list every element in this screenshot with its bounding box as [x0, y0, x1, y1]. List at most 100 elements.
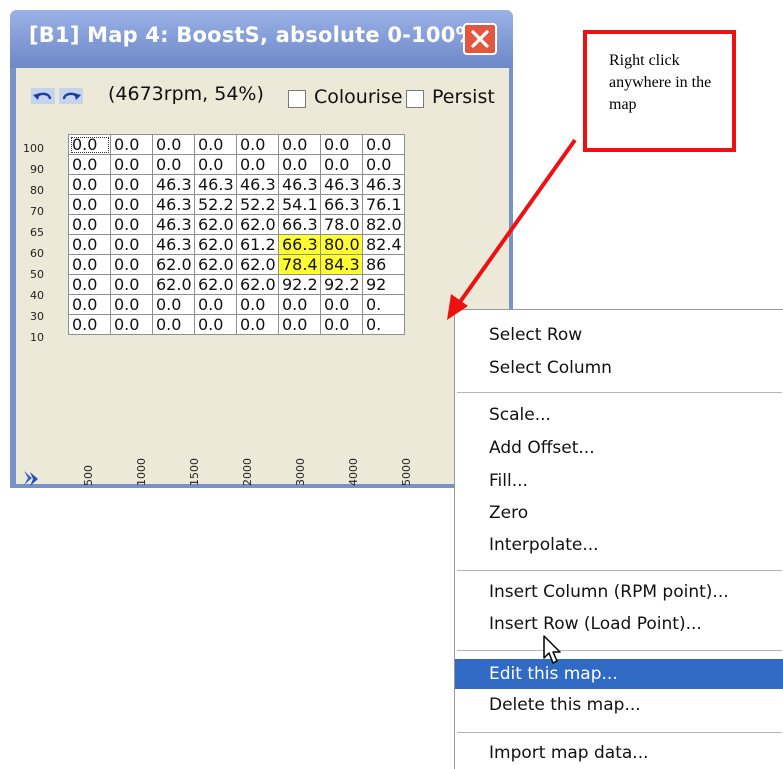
- map-cell[interactable]: 62.0: [236, 254, 279, 275]
- map-cell[interactable]: 46.3: [320, 174, 363, 195]
- map-cell[interactable]: 54.1: [278, 194, 321, 215]
- menu-item-zero[interactable]: Zero: [455, 498, 783, 528]
- map-cell[interactable]: 62.0: [194, 274, 237, 295]
- map-cell[interactable]: 0.0: [278, 314, 321, 335]
- map-cell[interactable]: 0.0: [68, 234, 111, 255]
- colourise-checkbox[interactable]: [288, 90, 306, 108]
- map-cell[interactable]: 0.0: [320, 294, 363, 315]
- map-cell[interactable]: 62.0: [236, 214, 279, 235]
- map-cell[interactable]: 0.0: [110, 134, 153, 155]
- map-cell[interactable]: 0.0: [278, 134, 321, 155]
- map-cell[interactable]: 62.0: [152, 274, 195, 295]
- map-cell[interactable]: 52.2: [236, 194, 279, 215]
- map-cell[interactable]: 0.: [362, 314, 405, 335]
- map-cell[interactable]: 46.3: [152, 234, 195, 255]
- map-cell[interactable]: 0.0: [68, 274, 111, 295]
- map-cell[interactable]: 0.0: [110, 194, 153, 215]
- map-cell[interactable]: 0.0: [236, 134, 279, 155]
- menu-item-insert-row[interactable]: Insert Row (Load Point)...: [455, 609, 783, 639]
- map-cell[interactable]: 0.0: [278, 294, 321, 315]
- map-cell[interactable]: 0.0: [236, 294, 279, 315]
- map-cell[interactable]: 0.0: [194, 134, 237, 155]
- map-cell[interactable]: 46.3: [362, 174, 405, 195]
- map-cell[interactable]: 0.0: [362, 134, 405, 155]
- close-button[interactable]: [463, 23, 497, 55]
- map-cell[interactable]: 0.0: [194, 314, 237, 335]
- map-cell[interactable]: 0.0: [68, 174, 111, 195]
- menu-item-interpolate[interactable]: Interpolate...: [455, 530, 783, 560]
- menu-item-select-row[interactable]: Select Row: [455, 320, 783, 350]
- redo-icon[interactable]: [59, 88, 83, 104]
- map-cell[interactable]: 0.0: [68, 214, 111, 235]
- map-cell[interactable]: 46.3: [152, 214, 195, 235]
- map-cell[interactable]: 0.0: [362, 154, 405, 175]
- map-cell[interactable]: 82.0: [362, 214, 405, 235]
- map-cell[interactable]: 0.0: [320, 314, 363, 335]
- map-cell[interactable]: 0.0: [110, 154, 153, 175]
- map-cell[interactable]: 46.3: [152, 174, 195, 195]
- map-cell[interactable]: 0.0: [68, 314, 111, 335]
- map-cell[interactable]: 62.0: [236, 274, 279, 295]
- map-cell[interactable]: 76.1: [362, 194, 405, 215]
- map-cell[interactable]: 0.0: [152, 134, 195, 155]
- map-cell[interactable]: 80.0: [320, 234, 363, 255]
- map-cell[interactable]: 0.0: [194, 294, 237, 315]
- undo-icon[interactable]: [31, 88, 55, 104]
- window-title-bar[interactable]: [B1] Map 4: BoostS, absolute 0-100%: [10, 10, 513, 68]
- map-cell[interactable]: 0.: [362, 294, 405, 315]
- map-cell[interactable]: 0.0: [194, 154, 237, 175]
- map-cell[interactable]: 0.0: [110, 314, 153, 335]
- map-cell[interactable]: 0.0: [152, 294, 195, 315]
- map-grid[interactable]: 0.0 0.0 0.0 0.0 0.0 0.0 0.0 0.0 0.0 0.0 0.0 0.0 0.0 0…: [68, 134, 405, 335]
- map-cell[interactable]: 46.3: [194, 174, 237, 195]
- map-cell[interactable]: 84.3: [320, 254, 363, 275]
- map-cell[interactable]: 66.3: [278, 234, 321, 255]
- map-cell[interactable]: 46.3: [236, 174, 279, 195]
- menu-item-fill[interactable]: Fill...: [455, 466, 783, 496]
- map-cell[interactable]: 0.0: [278, 154, 321, 175]
- map-cell[interactable]: 0.0: [68, 154, 111, 175]
- menu-item-add-offset[interactable]: Add Offset...: [455, 433, 783, 463]
- persist-checkbox[interactable]: [406, 90, 424, 108]
- map-cell[interactable]: 92: [362, 274, 405, 295]
- map-cell[interactable]: 0.0: [110, 214, 153, 235]
- map-cell[interactable]: 0.0: [152, 314, 195, 335]
- map-cell[interactable]: 0.0: [110, 254, 153, 275]
- map-cell[interactable]: 0.0: [320, 154, 363, 175]
- map-cell[interactable]: 0.0: [68, 294, 111, 315]
- map-cell[interactable]: 0.0: [110, 274, 153, 295]
- menu-item-delete-this-map[interactable]: Delete this map...: [455, 690, 783, 720]
- menu-item-select-column[interactable]: Select Column: [455, 353, 783, 383]
- arrow-navigation-icon[interactable]: [20, 468, 42, 488]
- map-cell[interactable]: 66.3: [320, 194, 363, 215]
- map-cell[interactable]: 0.0: [68, 134, 111, 155]
- map-cell[interactable]: 0.0: [236, 154, 279, 175]
- menu-item-insert-column[interactable]: Insert Column (RPM point)...: [455, 577, 783, 607]
- map-cell[interactable]: 66.3: [278, 214, 321, 235]
- map-cell[interactable]: 62.0: [194, 214, 237, 235]
- map-cell[interactable]: 86: [362, 254, 405, 275]
- menu-item-scale[interactable]: Scale...: [455, 400, 783, 430]
- menu-item-edit-this-map[interactable]: Edit this map...: [455, 659, 783, 689]
- map-cell[interactable]: 0.0: [110, 234, 153, 255]
- map-cell[interactable]: 46.3: [152, 194, 195, 215]
- map-cell[interactable]: 78.0: [320, 214, 363, 235]
- map-cell[interactable]: 46.3: [278, 174, 321, 195]
- map-cell[interactable]: 62.0: [194, 234, 237, 255]
- map-cell[interactable]: 62.0: [194, 254, 237, 275]
- map-cell[interactable]: 61.2: [236, 234, 279, 255]
- map-cell[interactable]: 0.0: [110, 174, 153, 195]
- map-cell[interactable]: 92.2: [320, 274, 363, 295]
- map-cell[interactable]: 82.4: [362, 234, 405, 255]
- map-cell[interactable]: 0.0: [236, 314, 279, 335]
- map-cell[interactable]: 0.0: [152, 154, 195, 175]
- map-cell[interactable]: 0.0: [110, 294, 153, 315]
- map-cell[interactable]: 78.4: [278, 254, 321, 275]
- map-cell[interactable]: 0.0: [68, 254, 111, 275]
- map-cell[interactable]: 62.0: [152, 254, 195, 275]
- menu-item-import-map-data[interactable]: Import map data...: [455, 738, 783, 768]
- map-cell[interactable]: 52.2: [194, 194, 237, 215]
- map-cell[interactable]: 0.0: [320, 134, 363, 155]
- map-cell[interactable]: 0.0: [68, 194, 111, 215]
- map-cell[interactable]: 92.2: [278, 274, 321, 295]
